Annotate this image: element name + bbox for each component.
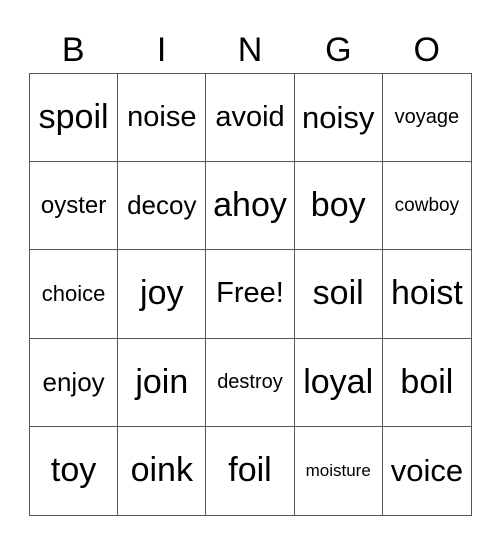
- bingo-cell[interactable]: oink: [118, 426, 207, 515]
- bingo-cell[interactable]: joy: [118, 250, 207, 339]
- bingo-cell[interactable]: voice: [383, 427, 471, 515]
- bingo-cell[interactable]: boy: [294, 162, 383, 251]
- bingo-card-grid: spoil noise avoid noisy voyage oyster de…: [29, 73, 472, 516]
- bingo-cell[interactable]: spoil: [30, 74, 119, 163]
- bingo-cell[interactable]: hoist: [382, 250, 471, 339]
- bingo-cell[interactable]: soil: [294, 250, 383, 339]
- bingo-cell[interactable]: enjoy: [30, 338, 119, 427]
- header-letter-n: N: [237, 31, 263, 69]
- bingo-cell[interactable]: cowboy: [382, 162, 471, 251]
- bingo-cell[interactable]: foil: [206, 426, 295, 515]
- bingo-cell[interactable]: join: [118, 338, 207, 427]
- bingo-cell[interactable]: decoy: [118, 162, 207, 251]
- bingo-cell[interactable]: avoid: [206, 74, 295, 163]
- bingo-cell[interactable]: ahoy: [206, 162, 295, 251]
- bingo-cell[interactable]: loyal: [294, 338, 383, 427]
- bingo-cell[interactable]: toy: [30, 426, 119, 515]
- bingo-cell[interactable]: oyster: [30, 162, 119, 251]
- bingo-cell[interactable]: noisy: [294, 74, 383, 163]
- header-letter-g: G: [325, 31, 352, 69]
- bingo-cell-free-space[interactable]: Free!: [206, 250, 295, 339]
- bingo-cell[interactable]: destroy: [206, 338, 295, 427]
- bingo-header: B I N G O: [29, 28, 471, 72]
- bingo-cell[interactable]: moisture: [295, 426, 383, 515]
- bingo-cell[interactable]: boil: [382, 339, 471, 427]
- header-letter-i: I: [156, 31, 167, 69]
- bingo-cell[interactable]: voyage: [382, 74, 471, 163]
- bingo-cell[interactable]: noise: [118, 74, 207, 163]
- bingo-cell[interactable]: choice: [30, 250, 119, 339]
- header-letter-o: O: [413, 31, 440, 69]
- header-letter-b: B: [61, 31, 85, 69]
